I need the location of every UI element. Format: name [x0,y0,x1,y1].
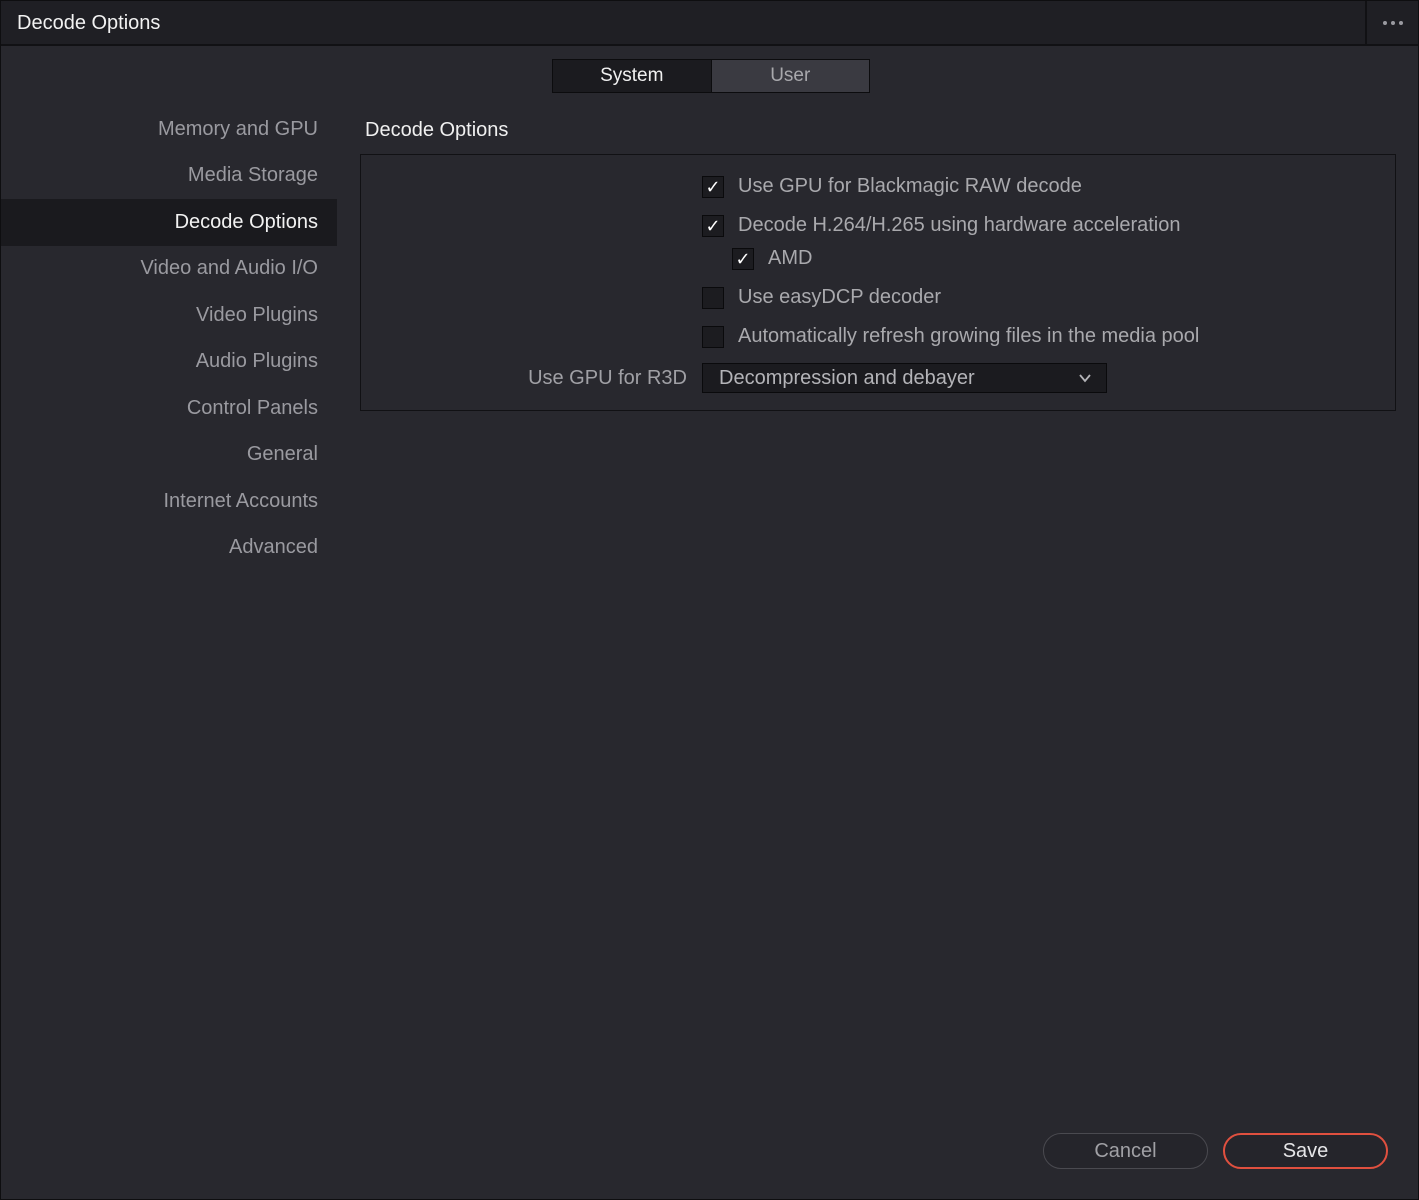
sidebar-item-decode-options[interactable]: Decode Options [1,199,337,246]
sidebar-item-memory-and-gpu[interactable]: Memory and GPU [1,106,337,153]
cancel-button[interactable]: Cancel [1043,1133,1208,1169]
sidebar-item-general[interactable]: General [1,432,337,479]
chevron-down-icon [1079,374,1091,383]
sidebar-item-control-panels[interactable]: Control Panels [1,385,337,432]
option-easydcp-decoder[interactable]: Use easyDCP decoder [702,286,941,309]
save-button[interactable]: Save [1223,1133,1388,1169]
tab-user[interactable]: User [710,60,870,92]
sidebar-item-advanced[interactable]: Advanced [1,525,337,572]
option-hw-accel-h264-h265[interactable]: ✓ Decode H.264/H.265 using hardware acce… [702,214,1181,237]
option-refresh-growing-files[interactable]: Automatically refresh growing files in t… [702,325,1199,348]
sidebar-item-video-and-audio-io[interactable]: Video and Audio I/O [1,246,337,293]
more-horizontal-icon [1382,20,1387,25]
preferences-window: Decode Options System User Memory and GP… [0,0,1419,1200]
checkbox-amd[interactable]: ✓ [732,247,754,270]
sidebar-item-audio-plugins[interactable]: Audio Plugins [1,339,337,386]
sidebar-item-media-storage[interactable]: Media Storage [1,153,337,200]
r3d-gpu-dropdown[interactable]: Decompression and debayer [702,363,1107,393]
option-label: Automatically refresh growing files in t… [738,325,1200,347]
more-horizontal-icon [1390,20,1395,25]
option-label: Decode H.264/H.265 using hardware accele… [738,214,1181,236]
checkbox-refresh-growing-files[interactable] [702,325,724,348]
more-horizontal-icon [1398,20,1403,25]
section-title: Decode Options [365,119,509,141]
checkbox-gpu-braw-decode[interactable]: ✓ [702,175,724,198]
settings-scope-tabs: System User [552,59,870,93]
sidebar-item-video-plugins[interactable]: Video Plugins [1,292,337,339]
more-options-button[interactable] [1365,1,1418,44]
dropdown-value: Decompression and debayer [719,366,975,389]
check-icon: ✓ [705,215,721,236]
r3d-gpu-label: Use GPU for R3D [528,367,687,389]
check-icon: ✓ [705,176,721,197]
window-title: Decode Options [17,12,161,34]
option-label: AMD [768,247,813,269]
sidebar-item-internet-accounts[interactable]: Internet Accounts [1,478,337,525]
option-label: Use GPU for Blackmagic RAW decode [738,175,1082,197]
checkbox-hw-accel-h264-h265[interactable]: ✓ [702,214,724,237]
checkbox-easydcp-decoder[interactable] [702,286,724,309]
option-label: Use easyDCP decoder [738,286,942,308]
option-gpu-braw-decode[interactable]: ✓ Use GPU for Blackmagic RAW decode [702,175,1082,198]
title-bar: Decode Options [1,1,1418,46]
preferences-sidebar: Memory and GPU Media Storage Decode Opti… [1,106,337,571]
tab-system[interactable]: System [553,60,711,92]
decode-options-panel: ✓ Use GPU for Blackmagic RAW decode ✓ De… [360,154,1396,411]
option-amd[interactable]: ✓ AMD [732,247,812,270]
check-icon: ✓ [735,248,751,269]
